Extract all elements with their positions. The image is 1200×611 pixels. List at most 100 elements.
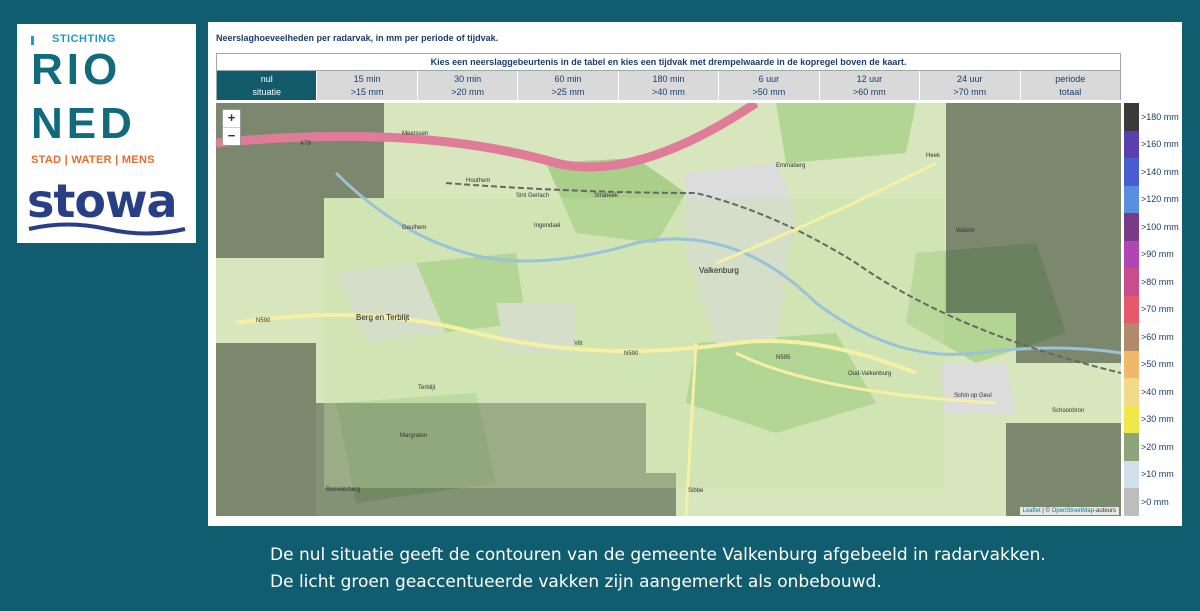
legend-label: >0 mm bbox=[1141, 496, 1169, 507]
period-column[interactable]: 60 min >25 mm bbox=[518, 71, 619, 100]
legend-swatch bbox=[1124, 488, 1139, 516]
period-column[interactable]: 12 uur >60 mm bbox=[819, 71, 921, 100]
legend-item: >90 mm bbox=[1124, 240, 1176, 268]
legend-item: >80 mm bbox=[1124, 268, 1176, 296]
period-column-threshold: >20 mm bbox=[451, 86, 484, 97]
map-label-valkenburg: Valkenburg bbox=[699, 266, 739, 275]
period-column-duration: 24 uur bbox=[957, 73, 983, 84]
map-label-heek: Heek bbox=[926, 153, 941, 159]
period-column[interactable]: nul situatie bbox=[217, 71, 318, 100]
period-column-threshold: totaal bbox=[1059, 86, 1082, 97]
rioned-accent-bar bbox=[31, 36, 34, 45]
legend-item: >160 mm bbox=[1124, 130, 1179, 158]
leaflet-link[interactable]: Leaflet bbox=[1023, 508, 1041, 514]
period-column-duration: 30 min bbox=[454, 73, 482, 84]
map-label-meerssen: Meerssen bbox=[402, 131, 429, 137]
map-label-strabeek: Strabeek bbox=[594, 193, 619, 199]
legend-item: >0 mm bbox=[1124, 488, 1176, 516]
legend-label: >40 mm bbox=[1141, 386, 1174, 397]
map-label-emmaberg: Emmaberg bbox=[776, 163, 806, 169]
legend-item: >10 mm bbox=[1124, 460, 1176, 488]
legend-swatch bbox=[1124, 323, 1139, 351]
period-column[interactable]: periode totaal bbox=[1020, 71, 1120, 100]
period-column[interactable]: 15 min >15 mm bbox=[317, 71, 418, 100]
legend-swatch bbox=[1124, 350, 1139, 378]
period-column[interactable]: 6 uur >50 mm bbox=[719, 71, 820, 100]
period-column[interactable]: 30 min >20 mm bbox=[417, 71, 519, 100]
legend-item: >40 mm bbox=[1124, 378, 1176, 406]
map-label-houthem: Houthem bbox=[466, 178, 491, 184]
legend-swatch bbox=[1124, 185, 1139, 213]
legend-swatch bbox=[1124, 240, 1139, 268]
legend-label: >120 mm bbox=[1141, 194, 1179, 205]
caption-line-2: De licht groen geaccentueerde vakken zij… bbox=[270, 572, 882, 592]
legend-swatch bbox=[1124, 158, 1139, 186]
map-label-ingendael: Ingendael bbox=[534, 223, 561, 229]
table-instruction: Kies een neerslaggebeurtenis in de tabel… bbox=[217, 54, 1120, 71]
legend-label: >30 mm bbox=[1141, 414, 1174, 425]
period-column-duration: 15 min bbox=[353, 73, 381, 84]
period-table: Kies een neerslaggebeurtenis in de tabel… bbox=[216, 53, 1121, 100]
legend-swatch bbox=[1124, 268, 1139, 296]
map-label-bemelerberg: Bemelerberg bbox=[326, 487, 361, 493]
legend-swatch bbox=[1124, 130, 1139, 158]
legend-label: >50 mm bbox=[1141, 359, 1174, 370]
period-column-threshold: >25 mm bbox=[551, 86, 585, 97]
legend-item: >50 mm bbox=[1124, 350, 1176, 378]
legend-label: >160 mm bbox=[1141, 139, 1179, 150]
legend-swatch bbox=[1124, 378, 1139, 406]
map-label-sint-gerlach: Sint Gerlach bbox=[516, 193, 550, 199]
zoom-in-button[interactable]: + bbox=[223, 110, 240, 128]
legend-item: >100 mm bbox=[1124, 213, 1179, 241]
legend-label: >10 mm bbox=[1141, 469, 1174, 480]
legend-item: >70 mm bbox=[1124, 295, 1176, 323]
caption-line-1: De nul situatie geeft de contouren van d… bbox=[270, 545, 1046, 565]
period-column-threshold: >70 mm bbox=[953, 86, 987, 97]
period-column-threshold: situatie bbox=[252, 86, 281, 97]
legend-item: >20 mm bbox=[1124, 433, 1176, 461]
stowa-logo: stowa bbox=[27, 174, 178, 228]
period-columns: nul situatie 15 min >15 mm 30 min >20 mm 60 mi… bbox=[217, 71, 1120, 100]
period-column-duration: 180 min bbox=[652, 73, 685, 84]
osm-link[interactable]: OpenStreetMap bbox=[1052, 508, 1094, 514]
legend-item: >180 mm bbox=[1124, 103, 1179, 131]
legend-item: >60 mm bbox=[1124, 323, 1176, 351]
period-column-duration: periode bbox=[1055, 73, 1086, 84]
rioned-logo-line1: RIO bbox=[31, 45, 122, 94]
attribution-separator: | © bbox=[1040, 508, 1052, 514]
legend-label: >80 mm bbox=[1141, 276, 1174, 287]
rioned-tagline: STAD | WATER | MENS bbox=[31, 154, 155, 166]
legend-label: >100 mm bbox=[1141, 221, 1179, 232]
map-label-schoonbron: Schoonbron bbox=[1052, 408, 1085, 414]
zoom-control: + − bbox=[222, 109, 241, 146]
legend-item: >30 mm bbox=[1124, 405, 1176, 433]
map-label-geulhem: Geulhem bbox=[402, 225, 427, 231]
legend-label: >90 mm bbox=[1141, 249, 1174, 260]
legend-item: >140 mm bbox=[1124, 158, 1179, 186]
map-label-oud-valkenburg: Oud-Valkenburg bbox=[848, 371, 892, 377]
legend-label: >140 mm bbox=[1141, 166, 1179, 177]
map-label-n590: N590 bbox=[624, 351, 639, 357]
period-column[interactable]: 180 min >40 mm bbox=[618, 71, 720, 100]
logo-card: STICHTING RIO NED STAD | WATER | MENS st… bbox=[17, 24, 196, 243]
period-column-duration: 12 uur bbox=[856, 73, 883, 84]
map-label-a79: A79 bbox=[300, 141, 311, 147]
radar-map[interactable]: Meerssen A79 Houthem Sint Gerlach Strabe… bbox=[216, 103, 1121, 516]
period-column[interactable]: 24 uur >70 mm bbox=[920, 71, 1021, 100]
map-background bbox=[216, 103, 1121, 516]
legend-label: >20 mm bbox=[1141, 441, 1174, 452]
map-label-schin-op-geul: Schin op Geul bbox=[954, 393, 992, 399]
map-label-sibbe: Sibbe bbox=[688, 488, 704, 494]
attribution-suffix: -auteurs bbox=[1093, 508, 1116, 514]
period-column-duration: 60 min bbox=[554, 73, 582, 84]
map-label-terblijt: Terblijt bbox=[418, 385, 436, 391]
radar-panel: Neerslaghoeveelheden per radarvak, in mm… bbox=[208, 22, 1182, 526]
period-column-threshold: >50 mm bbox=[752, 86, 786, 97]
legend-swatch bbox=[1124, 460, 1139, 488]
period-column-threshold: >15 mm bbox=[350, 86, 384, 97]
period-column-threshold: >40 mm bbox=[652, 86, 685, 97]
precipitation-legend: >180 mm >160 mm >140 mm >120 mm >100 mm >90 m… bbox=[1124, 103, 1179, 516]
rioned-small-label: STICHTING bbox=[52, 33, 116, 45]
legend-label: >70 mm bbox=[1141, 304, 1174, 315]
zoom-out-button[interactable]: − bbox=[223, 128, 240, 145]
